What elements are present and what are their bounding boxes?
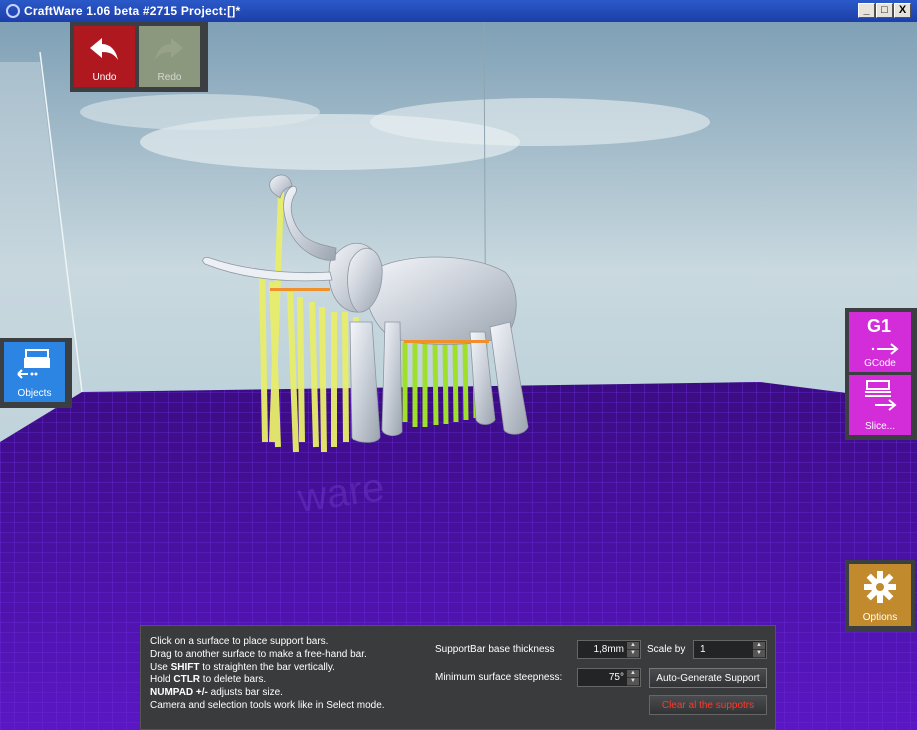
base-thickness-value: 1,8mm bbox=[593, 644, 624, 655]
minimize-button[interactable]: _ bbox=[858, 3, 875, 18]
3d-viewport[interactable]: ware Undo Redo Objects G1 GCode Slice...… bbox=[0, 22, 917, 730]
spin-arrows-icon[interactable]: ▲ ▼ bbox=[753, 642, 765, 658]
objects-label: Objects bbox=[17, 388, 52, 399]
options-panel: Options bbox=[845, 560, 915, 632]
history-toolbar: Undo Redo bbox=[70, 22, 208, 92]
scene-render: ware bbox=[0, 22, 917, 730]
redo-arrow-icon bbox=[155, 38, 183, 60]
gcode-title: G1 bbox=[867, 316, 892, 336]
support-instructions: Click on a surface to place support bars… bbox=[150, 636, 385, 713]
scale-value: 1 bbox=[700, 644, 706, 655]
gcode-button[interactable]: G1 GCode bbox=[849, 312, 911, 372]
options-label: Options bbox=[862, 612, 898, 623]
spin-arrows-icon[interactable]: ▲ ▼ bbox=[627, 670, 639, 686]
undo-button[interactable]: Undo bbox=[74, 26, 135, 87]
undo-label: Undo bbox=[92, 72, 117, 83]
slice-label: Slice... bbox=[864, 421, 895, 432]
scale-label: Scale by bbox=[647, 644, 686, 655]
arrow-right-icon bbox=[871, 343, 899, 355]
instruction-line: Click on a surface to place support bars… bbox=[150, 636, 329, 647]
window-title: CraftWare 1.06 beta #2715 Project:[]* bbox=[24, 4, 241, 18]
instruction-line: NUMPAD +/- adjusts bar size. bbox=[150, 687, 283, 699]
title-bar: CraftWare 1.06 beta #2715 Project:[]* _ … bbox=[0, 0, 917, 22]
redo-button[interactable]: Redo bbox=[139, 26, 200, 87]
redo-label: Redo bbox=[157, 72, 182, 83]
steepness-value: 75° bbox=[608, 672, 624, 683]
app-logo-icon bbox=[6, 4, 20, 18]
output-panel: G1 GCode Slice... bbox=[845, 308, 917, 440]
slice-icon bbox=[865, 380, 897, 411]
objects-panel: Objects bbox=[0, 338, 72, 408]
options-button[interactable]: Options bbox=[849, 564, 911, 626]
instruction-line: Use SHIFT to straighten the bar vertical… bbox=[150, 661, 335, 673]
auto-generate-support-button[interactable]: Auto-Generate Support bbox=[649, 668, 767, 688]
slice-button[interactable]: Slice... bbox=[849, 375, 911, 435]
objects-tray-icon bbox=[17, 349, 50, 379]
gcode-label: GCode bbox=[864, 358, 896, 369]
instruction-line: Hold CTLR to delete bars. bbox=[150, 674, 267, 686]
base-thickness-spinbox[interactable]: 1,8mm ▲ ▼ bbox=[577, 640, 641, 659]
window-controls: _ □ X bbox=[858, 3, 911, 18]
scale-spinbox[interactable]: 1 ▲ ▼ bbox=[693, 640, 767, 659]
maximize-button[interactable]: □ bbox=[876, 3, 893, 18]
gear-icon bbox=[864, 571, 896, 603]
objects-button[interactable]: Objects bbox=[4, 342, 65, 402]
undo-arrow-icon bbox=[90, 38, 118, 60]
close-button[interactable]: X bbox=[894, 3, 911, 18]
steepness-label: Minimum surface steepness: bbox=[435, 672, 563, 683]
spin-arrows-icon[interactable]: ▲ ▼ bbox=[627, 642, 639, 658]
instruction-line: Drag to another surface to make a free-h… bbox=[150, 648, 367, 660]
instruction-line: Camera and selection tools work like in … bbox=[150, 699, 385, 711]
steepness-spinbox[interactable]: 75° ▲ ▼ bbox=[577, 668, 641, 687]
clear-supports-button[interactable]: Clear al the suppotrs bbox=[649, 695, 767, 715]
base-thickness-label: SupportBar base thickness bbox=[435, 644, 555, 655]
support-panel: Click on a surface to place support bars… bbox=[140, 625, 776, 730]
